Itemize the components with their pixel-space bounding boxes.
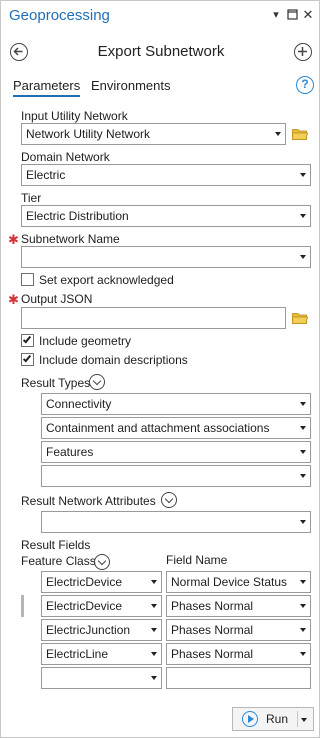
field-name-dropdown[interactable]: Phases Normal bbox=[166, 643, 311, 665]
feature-class-dropdown[interactable]: ElectricDevice bbox=[41, 595, 162, 617]
chevron-down-icon bbox=[150, 644, 158, 664]
include-domain-descriptions-checkbox[interactable] bbox=[21, 353, 34, 366]
checkmark-icon bbox=[22, 353, 32, 363]
checkmark-icon bbox=[22, 334, 32, 344]
plus-icon bbox=[298, 47, 307, 56]
field-name-value: Normal Device Status bbox=[171, 575, 288, 589]
collapse-chevron-icon[interactable] bbox=[89, 374, 105, 390]
tab-parameters[interactable]: Parameters bbox=[13, 78, 81, 97]
result-type-dropdown[interactable]: Containment and attachment associations bbox=[41, 417, 311, 439]
chevron-down-icon bbox=[150, 596, 158, 616]
feature-class-value: ElectricDevice bbox=[46, 599, 123, 613]
feature-class-value: ElectricJunction bbox=[46, 623, 131, 637]
result-type-value: Features bbox=[46, 445, 94, 459]
result-type-dropdown[interactable]: Features bbox=[41, 441, 311, 463]
feature-class-dropdown[interactable]: ElectricLine bbox=[41, 643, 162, 665]
chevron-down-icon bbox=[150, 620, 158, 640]
feature-class-dropdown[interactable] bbox=[41, 667, 162, 689]
play-icon bbox=[242, 711, 258, 727]
chevron-down-icon bbox=[274, 124, 282, 144]
chevron-down-icon bbox=[299, 418, 307, 438]
title-bar: Geoprocessing ▾ ✕ bbox=[1, 1, 319, 33]
tool-title: Export Subnetwork bbox=[97, 43, 225, 60]
close-icon[interactable]: ✕ bbox=[302, 8, 314, 21]
tier-label: Tier bbox=[21, 191, 42, 205]
pane-title: Geoprocessing bbox=[9, 7, 110, 24]
chevron-down-icon bbox=[150, 572, 158, 592]
required-icon: ✱ bbox=[8, 232, 19, 247]
result-network-attributes-label: Result Network Attributes bbox=[21, 494, 156, 508]
field-name-dropdown[interactable]: Normal Device Status bbox=[166, 571, 311, 593]
help-button[interactable]: ? bbox=[296, 76, 314, 94]
chevron-down-icon bbox=[299, 644, 307, 664]
subnetwork-name-label: Subnetwork Name bbox=[21, 232, 120, 246]
run-options-chevron-icon[interactable] bbox=[301, 718, 307, 722]
result-type-dropdown[interactable] bbox=[41, 465, 311, 487]
chevron-down-icon bbox=[150, 668, 158, 688]
feature-class-dropdown[interactable]: ElectricDevice bbox=[41, 571, 162, 593]
field-name-value: Phases Normal bbox=[171, 647, 254, 661]
required-icon: ✱ bbox=[8, 292, 19, 307]
result-type-dropdown[interactable]: Connectivity bbox=[41, 393, 311, 415]
domain-network-dropdown[interactable]: Electric bbox=[21, 164, 311, 186]
include-domain-descriptions-label: Include domain descriptions bbox=[39, 353, 188, 367]
include-geometry-checkbox[interactable] bbox=[21, 334, 34, 347]
result-network-attribute-dropdown[interactable] bbox=[41, 511, 311, 533]
result-fields-label: Result Fields bbox=[21, 538, 91, 552]
run-separator bbox=[297, 711, 298, 727]
chevron-down-icon bbox=[299, 442, 307, 462]
feature-class-dropdown[interactable]: ElectricJunction bbox=[41, 619, 162, 641]
include-geometry-label: Include geometry bbox=[39, 334, 132, 348]
input-utility-network-label: Input Utility Network bbox=[21, 109, 128, 123]
result-type-value: Connectivity bbox=[46, 397, 112, 411]
chevron-down-icon bbox=[299, 572, 307, 592]
result-type-value: Containment and attachment associations bbox=[46, 421, 270, 435]
geoprocessing-pane: Geoprocessing ▾ ✕ Export Subnetwork Para… bbox=[0, 0, 320, 738]
folder-icon[interactable] bbox=[292, 128, 308, 140]
field-name-dropdown[interactable]: Phases Normal bbox=[166, 595, 311, 617]
row-drag-handle[interactable] bbox=[21, 595, 24, 617]
options-dropdown-icon[interactable]: ▾ bbox=[270, 9, 282, 21]
restore-icon[interactable] bbox=[286, 9, 298, 21]
feature-class-value: ElectricDevice bbox=[46, 575, 123, 589]
run-button[interactable]: Run bbox=[232, 707, 314, 731]
output-json-input[interactable] bbox=[21, 307, 286, 329]
run-label: Run bbox=[266, 712, 289, 726]
tab-environments[interactable]: Environments bbox=[91, 78, 170, 93]
subnetwork-name-dropdown[interactable] bbox=[21, 246, 311, 268]
set-export-acknowledged-checkbox[interactable] bbox=[21, 273, 34, 286]
field-name-dropdown[interactable]: Phases Normal bbox=[166, 619, 311, 641]
output-json-label: Output JSON bbox=[21, 292, 93, 306]
feature-class-header: Feature Class bbox=[21, 554, 96, 568]
chevron-down-icon bbox=[299, 206, 307, 226]
field-name-input[interactable] bbox=[166, 667, 311, 689]
field-name-value: Phases Normal bbox=[171, 623, 254, 637]
result-types-label: Result Types bbox=[21, 376, 91, 390]
collapse-chevron-icon[interactable] bbox=[94, 554, 110, 570]
field-name-header: Field Name bbox=[166, 553, 228, 567]
chevron-down-icon bbox=[299, 620, 307, 640]
chevron-down-icon bbox=[299, 466, 307, 486]
tier-value: Electric Distribution bbox=[26, 209, 129, 223]
input-utility-network-dropdown[interactable]: Network Utility Network bbox=[21, 123, 286, 145]
domain-network-label: Domain Network bbox=[21, 150, 110, 164]
field-name-value: Phases Normal bbox=[171, 599, 254, 613]
input-utility-network-value: Network Utility Network bbox=[26, 127, 151, 141]
domain-network-value: Electric bbox=[26, 168, 66, 182]
chevron-down-icon bbox=[299, 394, 307, 414]
add-button[interactable] bbox=[294, 43, 312, 61]
collapse-chevron-icon[interactable] bbox=[161, 492, 177, 508]
chevron-down-icon bbox=[299, 512, 307, 532]
tier-dropdown[interactable]: Electric Distribution bbox=[21, 205, 311, 227]
chevron-down-icon bbox=[299, 247, 307, 267]
folder-icon[interactable] bbox=[292, 312, 308, 324]
feature-class-value: ElectricLine bbox=[46, 647, 109, 661]
chevron-down-icon bbox=[299, 165, 307, 185]
chevron-down-icon bbox=[299, 596, 307, 616]
set-export-acknowledged-label: Set export acknowledged bbox=[39, 273, 174, 287]
